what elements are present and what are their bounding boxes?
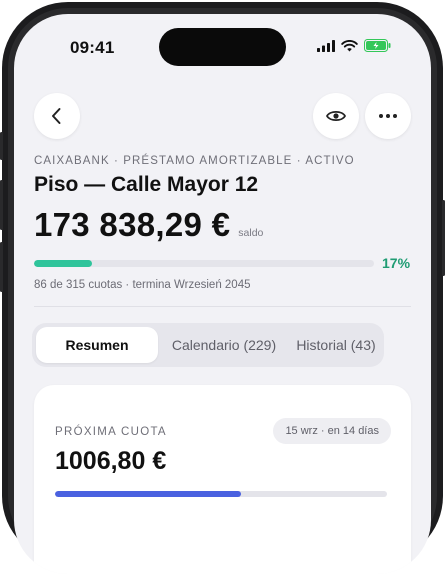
side-button (0, 132, 3, 160)
status-time: 09:41 (70, 38, 115, 57)
signal-icon (317, 39, 335, 52)
next-payment-progress-fill (55, 491, 241, 497)
view-button[interactable] (313, 93, 359, 139)
divider (34, 306, 411, 307)
wifi-icon (341, 39, 358, 51)
battery-icon (364, 39, 391, 52)
balance-row: 173 838,29 € saldo (34, 206, 263, 244)
status-icons (317, 39, 391, 52)
loan-eyebrow: CAIXABANK · PRÉSTAMO AMORTIZABLE · ACTIV… (34, 155, 355, 167)
segmented-tabs: Resumen Calendario (229) Historial (43) (32, 323, 384, 367)
page-title: Piso — Calle Mayor 12 (34, 173, 259, 196)
next-payment-date-badge: 15 wrz · en 14 días (273, 418, 391, 444)
next-payment-amount: 1006,80 € (55, 447, 167, 475)
eye-icon (326, 110, 346, 122)
side-button (0, 242, 3, 292)
tab-calendario[interactable]: Calendario (229) (162, 327, 286, 363)
dynamic-island (159, 28, 286, 66)
tab-historial[interactable]: Historial (43) (290, 327, 382, 363)
next-payment-progress-bar (55, 491, 387, 497)
screen: 09:41 CAIXABANK · PRÉSTAMO AMORTIZABLE ·… (14, 14, 431, 574)
more-button[interactable] (365, 93, 411, 139)
balance-amount: 173 838,29 € (34, 206, 231, 243)
progress-percent: 17% (382, 255, 411, 271)
repayment-progress-fill (34, 260, 92, 267)
next-payment-label: PRÓXIMA CUOTA (55, 426, 167, 438)
balance-label: saldo (238, 227, 264, 239)
tab-resumen[interactable]: Resumen (36, 327, 158, 363)
back-button[interactable] (34, 93, 80, 139)
chevron-left-icon (52, 108, 61, 124)
repayment-progress-bar (34, 260, 374, 267)
next-payment-card[interactable]: PRÓXIMA CUOTA 15 wrz · en 14 días 1006,8… (34, 385, 411, 574)
status-bar: 09:41 (14, 14, 431, 74)
more-horizontal-icon (379, 114, 397, 118)
side-button (0, 180, 3, 230)
installments-info: 86 de 315 cuotas · termina Wrzesień 2045 (34, 279, 251, 291)
